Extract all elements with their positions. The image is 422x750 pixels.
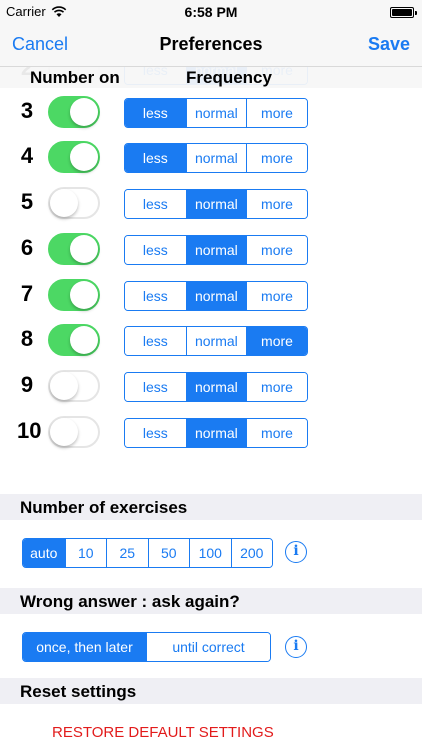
toggle-knob [70, 326, 98, 354]
navigation-bar: Cancel Preferences Save [0, 26, 422, 66]
list-item: 8 less normal more [0, 318, 422, 364]
number-label: 6 [20, 235, 34, 260]
frequency-option-less[interactable]: less [125, 373, 186, 401]
toggle-knob [50, 189, 78, 217]
toggle-knob [70, 143, 98, 171]
frequency-option-normal[interactable]: normal [185, 282, 247, 310]
list-item: 5 less normal more [0, 181, 422, 227]
number-label: 7 [20, 281, 34, 306]
number-label: 3 [20, 98, 34, 123]
info-icon[interactable]: i [285, 636, 307, 658]
list-item: 6 less normal more [0, 227, 422, 273]
frequency-option-normal[interactable]: normal [185, 236, 247, 264]
number-label: 8 [20, 326, 34, 351]
column-header: Number on Frequency [0, 66, 422, 88]
number-label: 5 [20, 189, 34, 214]
frequency-option-more[interactable]: more [246, 373, 307, 401]
exercises-option-100[interactable]: 100 [189, 539, 231, 567]
wrong-answer-option-until-correct[interactable]: until correct [146, 633, 270, 661]
info-icon[interactable]: i [285, 541, 307, 563]
frequency-option-less[interactable]: less [125, 144, 186, 172]
toggle-knob [50, 418, 78, 446]
wrong-answer-section-header: Wrong answer : ask again? [0, 588, 422, 614]
number-on-toggle[interactable] [48, 324, 100, 356]
exercises-section-title: Number of exercises [20, 498, 188, 517]
status-time: 6:58 PM [184, 4, 238, 20]
frequency-segmented-control[interactable]: lessnormalmore [124, 235, 308, 265]
exercises-option-50[interactable]: 50 [147, 539, 189, 567]
frequency-option-less[interactable]: less [125, 99, 186, 127]
frequency-option-more[interactable]: more [246, 236, 307, 264]
frequency-option-more[interactable]: more [246, 282, 307, 310]
frequency-option-less[interactable]: less [125, 190, 186, 218]
frequency-segmented-control[interactable]: lessnormalmore [124, 372, 308, 402]
frequency-option-less[interactable]: less [125, 282, 186, 310]
frequency-option-more[interactable]: more [246, 99, 307, 127]
frequency-option-more[interactable]: more [246, 190, 307, 218]
frequency-segmented-control[interactable]: lessnormalmore [124, 98, 308, 128]
number-on-toggle[interactable] [48, 96, 100, 128]
toggle-knob [70, 235, 98, 263]
number-on-toggle[interactable] [48, 370, 100, 402]
exercises-section-header: Number of exercises [0, 494, 422, 520]
frequency-option-more[interactable]: more [246, 327, 307, 355]
frequency-option-normal[interactable]: normal [185, 373, 247, 401]
number-on-toggle[interactable] [48, 233, 100, 265]
number-frequency-list[interactable]: 2lessnormalmore3lessnormalmore4lessnorma… [0, 66, 422, 494]
status-bar: Carrier 6:58 PM [0, 0, 422, 26]
exercises-option-25[interactable]: 25 [106, 539, 148, 567]
frequency-option-less[interactable]: less [125, 419, 186, 447]
frequency-segmented-control[interactable]: lessnormalmore [124, 143, 308, 173]
number-on-toggle[interactable] [48, 416, 100, 448]
frequency-segmented-control[interactable]: lessnormalmore [124, 326, 308, 356]
frequency-segmented-control[interactable]: lessnormalmore [124, 281, 308, 311]
list-item: 7 less normal more [0, 273, 422, 319]
toggle-knob [50, 372, 78, 400]
reset-section-header: Reset settings [0, 678, 422, 704]
number-label: 9 [20, 372, 34, 397]
frequency-option-normal[interactable]: normal [185, 190, 247, 218]
list-item: 3 less normal more [0, 90, 422, 136]
exercises-option-auto[interactable]: auto [23, 539, 65, 567]
number-label: 10 [17, 418, 42, 443]
frequency-option-normal[interactable]: normal [185, 327, 247, 355]
number-label: 4 [20, 143, 34, 168]
exercises-option-200[interactable]: 200 [230, 539, 272, 567]
frequency-option-less[interactable]: less [125, 236, 186, 264]
page-title: Preferences [159, 34, 263, 54]
number-on-toggle[interactable] [48, 279, 100, 311]
wrong-answer-section-title: Wrong answer : ask again? [20, 592, 240, 611]
list-item: 4 less normal more [0, 135, 422, 181]
frequency-segmented-control[interactable]: lessnormalmore [124, 418, 308, 448]
exercises-segmented-control[interactable]: auto 10 25 50 100 200 [22, 538, 273, 568]
exercises-option-10[interactable]: 10 [64, 539, 106, 567]
reset-section-title: Reset settings [20, 682, 137, 701]
save-button[interactable]: Save [368, 34, 410, 55]
frequency-header: Frequency [186, 68, 272, 87]
number-on-toggle[interactable] [48, 187, 100, 219]
toggle-knob [70, 281, 98, 309]
number-on-toggle[interactable] [48, 141, 100, 173]
frequency-option-less[interactable]: less [125, 327, 186, 355]
frequency-option-more[interactable]: more [246, 419, 307, 447]
wrong-answer-segmented-control[interactable]: once, then later until correct [22, 632, 271, 662]
number-on-header: Number on [30, 68, 120, 87]
frequency-segmented-control[interactable]: lessnormalmore [124, 189, 308, 219]
toggle-knob [70, 98, 98, 126]
restore-defaults-button[interactable]: RESTORE DEFAULT SETTINGS [52, 724, 274, 741]
frequency-option-normal[interactable]: normal [185, 419, 247, 447]
frequency-option-more[interactable]: more [246, 144, 307, 172]
wrong-answer-option-once-then-later[interactable]: once, then later [23, 633, 146, 661]
battery-icon [390, 7, 417, 18]
frequency-option-normal[interactable]: normal [185, 99, 247, 127]
list-item: 9 less normal more [0, 364, 422, 410]
frequency-option-normal[interactable]: normal [185, 144, 247, 172]
list-item: 10 less normal more [0, 410, 422, 456]
